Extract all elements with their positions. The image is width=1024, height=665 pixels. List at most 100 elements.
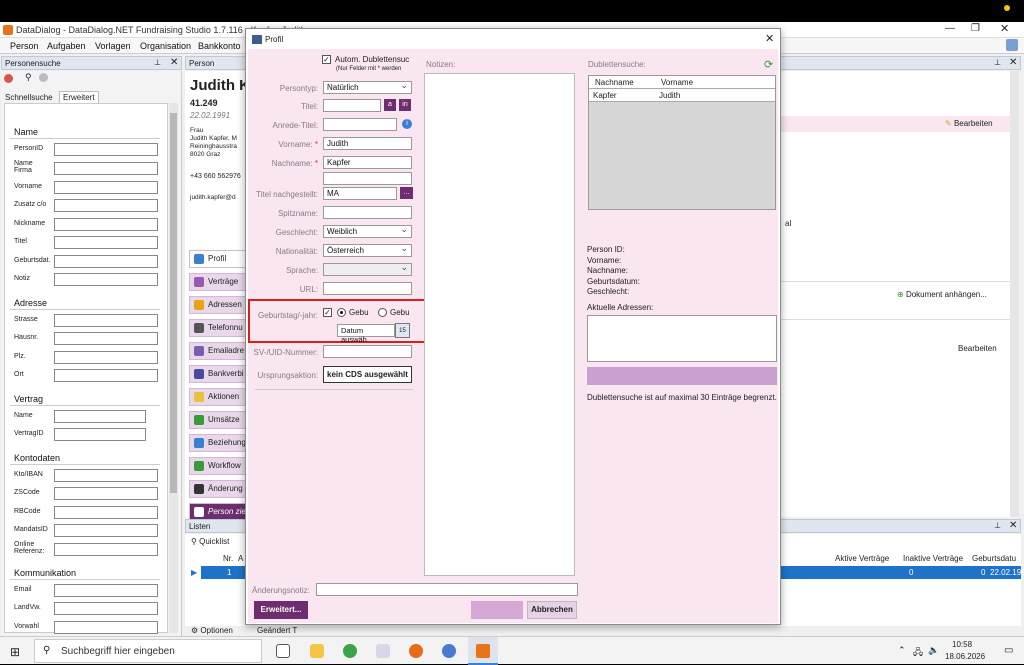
clock-time[interactable]: 10:58 [952,640,972,649]
close-app-icon[interactable]: ✕ [1000,22,1009,35]
lists-pin-icon[interactable]: ⊥ [994,521,1001,530]
titel-in-button[interactable]: in [399,99,411,111]
nav-emailadre[interactable]: Emailadre [189,342,247,360]
attach-document-link[interactable]: ⊕ Dokument anhängen... [897,290,987,299]
search-field-input[interactable] [54,524,158,537]
pin-icon[interactable]: ⊥ [154,58,161,67]
search-field-input[interactable] [54,620,158,634]
lists-close-icon[interactable]: ✕ [1009,520,1017,531]
menu-person[interactable]: Person [10,41,39,51]
nav-verträge[interactable]: Verträge [189,273,247,291]
search-field-input[interactable] [54,428,146,441]
search-field-input[interactable] [54,236,158,249]
search-field-input[interactable] [54,468,158,482]
minimize-icon[interactable]: — [945,23,955,34]
search-field-input[interactable] [54,313,158,327]
person-close-icon[interactable]: ✕ [1009,57,1017,68]
radio-geburtsdatum[interactable] [337,308,346,317]
nav-beziehung[interactable]: Beziehung [189,434,247,452]
nav-telefonnu[interactable]: Telefonnu [189,319,247,337]
calendar-icon[interactable]: 15 [395,323,410,338]
search-field-input[interactable] [54,583,158,597]
nationalitaet-select[interactable]: Österreich [323,243,412,257]
notizen-textarea[interactable] [424,73,575,576]
ursprung-button[interactable]: kein CDS ausgewählt [323,366,412,383]
erweitert-button[interactable]: Erweitert... [254,601,308,619]
clear-icon[interactable] [39,73,48,82]
titel-a-button[interactable]: a [384,99,396,111]
col-inaktive[interactable]: Inaktive Verträge [903,554,963,563]
search-field-input[interactable] [54,332,158,345]
volume-icon[interactable]: 🔈 [928,645,939,656]
tray-chevron-icon[interactable]: ⌃ [898,645,906,656]
dup-col-nachname[interactable]: Nachname [595,78,634,87]
search-field-input[interactable] [54,505,158,519]
search-field-input[interactable] [54,409,146,423]
close-panel-icon[interactable]: ✕ [170,57,178,68]
autom-checkbox[interactable]: ✓ [322,55,331,64]
tab-erweitert[interactable]: Erweitert [59,91,99,103]
nachname2-field[interactable] [323,172,412,185]
chrome-icon[interactable] [343,644,357,658]
menu-aufgaben[interactable]: Aufgaben [47,41,86,51]
dialog-close-icon[interactable]: ✕ [765,32,774,45]
nav-bankverbi[interactable]: Bankverbi [189,365,247,383]
search-field-input[interactable] [54,273,158,286]
col-a[interactable]: A [238,554,243,563]
network-icon[interactable]: 🖧 [913,645,923,661]
disabled-action-button[interactable] [587,367,777,385]
scrollbar-thumb[interactable] [170,113,177,493]
edit-link[interactable]: ✎ Bearbeiten [945,119,993,128]
search-scrollbar[interactable] [169,103,178,633]
datadialog-task[interactable] [468,637,498,665]
spitzname-field[interactable] [323,206,412,219]
radio-geburtsjahr[interactable] [378,308,387,317]
search-field-input[interactable] [54,602,158,615]
titel-nach-button[interactable]: … [400,187,413,199]
aenderungsnotiz-field[interactable] [316,583,578,596]
titel-field[interactable] [323,99,381,112]
search-field-input[interactable] [54,487,158,500]
nachname-field[interactable]: Kapfer [323,156,412,169]
col-geb[interactable]: Geburtsdatu [972,554,1016,563]
search-field-input[interactable] [54,217,158,231]
dup-row[interactable]: Kapfer Judith [589,89,775,102]
firefox-icon[interactable] [409,644,423,658]
person-scrollbar[interactable] [1010,71,1019,517]
windows-start-icon[interactable]: ⊞ [10,645,20,659]
nav-aktionen[interactable]: Aktionen [189,388,247,406]
search-field-input[interactable] [54,199,158,212]
dup-col-vorname[interactable]: Vorname [661,78,693,87]
sv-field[interactable] [323,345,412,358]
search-field-input[interactable] [54,350,158,364]
persontyp-select[interactable]: Natürlich [323,80,412,94]
abbrechen-button[interactable]: Abbrechen [527,601,577,619]
search-field-input[interactable] [54,369,158,382]
anrede-field[interactable] [323,118,397,131]
tab-schnellsuche[interactable]: Schnellsuche [5,93,53,102]
task-view-icon[interactable] [276,644,290,658]
search-field-input[interactable] [54,161,158,175]
snipping-icon[interactable] [376,644,390,658]
save-button[interactable] [471,601,523,619]
quicklist-tab[interactable]: ⚲ Quicklist [191,537,229,546]
clock-date[interactable]: 18.06.2026 [945,652,985,661]
options-button[interactable]: ⚙ Optionen [191,626,233,635]
nav-workflow[interactable]: Workflow [189,457,247,475]
geburtstag-checkbox[interactable]: ✓ [323,308,332,317]
help-icon[interactable] [1006,39,1018,51]
menu-vorlagen[interactable]: Vorlagen [95,41,131,51]
col-nr[interactable]: Nr. [223,554,233,563]
taskbar-search[interactable]: ⚲ Suchbegriff hier eingeben [34,639,262,663]
vorname-field[interactable]: Judith [323,137,412,150]
search-icon[interactable]: ⚲ [25,72,32,83]
search-field-input[interactable] [54,180,158,194]
refresh-icon[interactable]: ⟳ [764,58,773,71]
search-field-input[interactable] [54,542,158,556]
menu-organisation[interactable]: Organisation [140,41,191,51]
col-aktive[interactable]: Aktive Verträge [835,554,889,563]
url-field[interactable] [323,282,412,295]
titel-nach-field[interactable]: MA [323,187,397,200]
nav-umsätze[interactable]: Umsätze [189,411,247,429]
info-icon[interactable]: i [402,119,412,129]
